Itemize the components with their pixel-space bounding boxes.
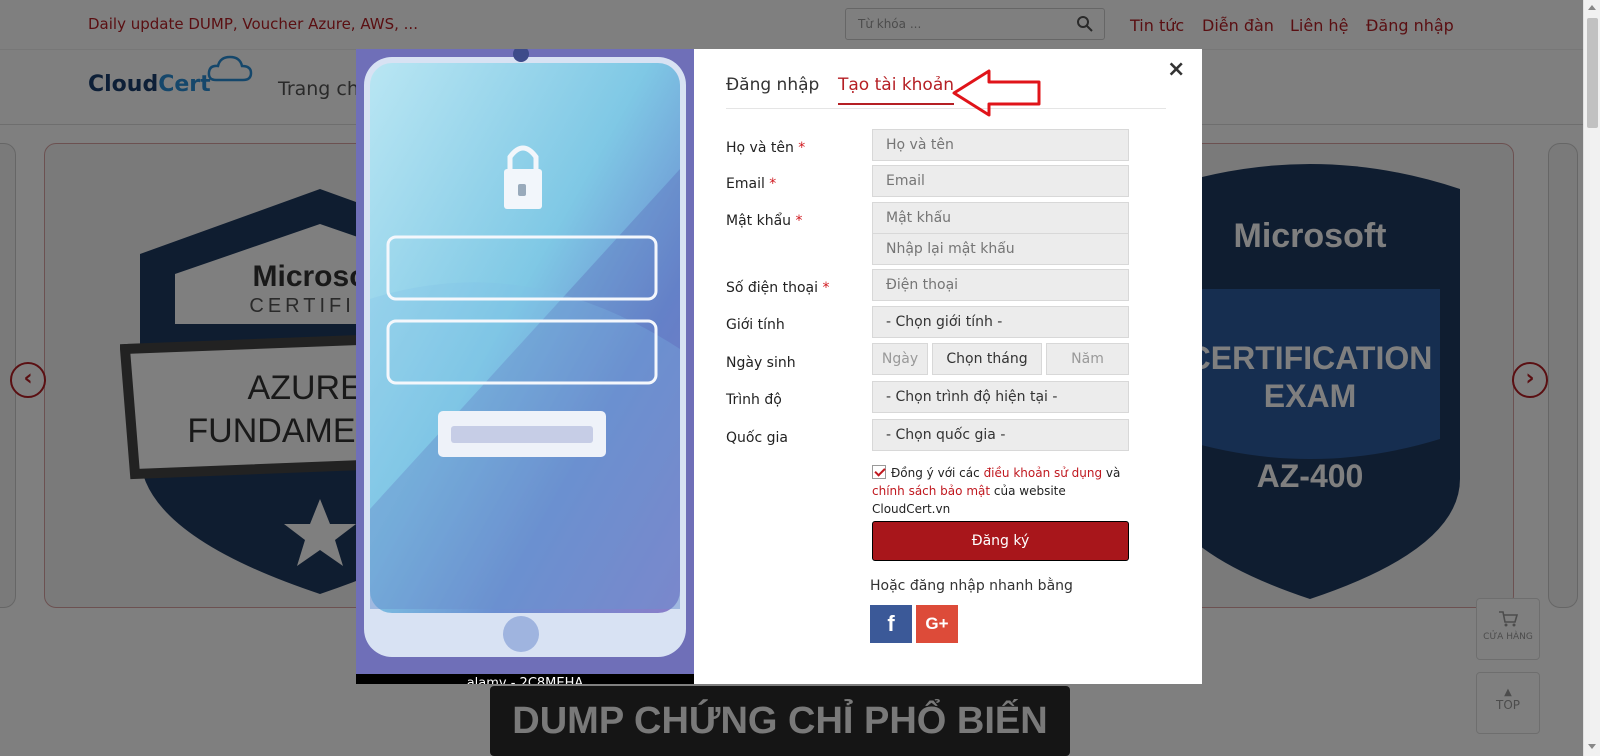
phone-lock-image [356, 49, 694, 674]
required-mark: * [795, 213, 803, 229]
annotation-arrow-icon [952, 69, 1041, 117]
fullname-label: Họ và tên * [726, 140, 805, 156]
email-label-text: Email [726, 176, 765, 192]
gender-select[interactable]: - Chọn giới tính - [872, 306, 1129, 338]
tab-register[interactable]: Tạo tài khoản [838, 75, 955, 105]
agree-checkbox[interactable] [872, 465, 886, 479]
level-label: Trình độ [726, 392, 782, 408]
required-mark: * [769, 176, 777, 192]
page-scrollbar[interactable] [1583, 0, 1600, 756]
terms-link[interactable]: điều khoản sử dụng [984, 466, 1103, 480]
phone-label: Số điện thoại * [726, 280, 829, 296]
phone-label-text: Số điện thoại [726, 280, 819, 296]
birth-year-select[interactable]: Năm [1046, 343, 1129, 375]
close-icon[interactable]: × [1167, 57, 1185, 82]
register-modal: alamy - 2C8MEHA × Đăng nhập Tạo tài khoả… [356, 49, 1202, 684]
scroll-up-arrow[interactable] [1588, 5, 1596, 10]
required-mark: * [798, 140, 806, 156]
privacy-link[interactable]: chính sách bảo mật [872, 484, 990, 498]
phone-illustration: alamy - 2C8MEHA [356, 49, 694, 684]
password-input[interactable] [872, 202, 1129, 234]
email-input[interactable] [872, 165, 1129, 197]
terms-agreement: Đồng ý với các điều khoản sử dụng và chí… [872, 464, 1142, 518]
birth-month-select[interactable]: Chọn tháng [932, 343, 1042, 375]
facebook-icon: f [887, 611, 895, 636]
password-label: Mật khẩu * [726, 213, 802, 229]
country-select[interactable]: - Chọn quốc gia - [872, 419, 1129, 451]
auth-tabs: Đăng nhập Tạo tài khoản [726, 75, 1166, 109]
required-mark: * [822, 280, 830, 296]
google-login-button[interactable]: G+ [916, 605, 958, 643]
image-caption: alamy - 2C8MEHA [356, 674, 694, 684]
scroll-down-arrow[interactable] [1588, 744, 1596, 749]
birth-day-select[interactable]: Ngày [872, 343, 928, 375]
gender-label: Giới tính [726, 317, 785, 333]
level-select[interactable]: - Chọn trình độ hiện tại - [872, 381, 1129, 413]
password-label-text: Mật khẩu [726, 213, 792, 229]
birthday-label: Ngày sinh [726, 355, 796, 371]
password-confirm-input[interactable] [872, 233, 1129, 265]
quick-login-label: Hoặc đăng nhập nhanh bằng [870, 578, 1073, 594]
fullname-label-text: Họ và tên [726, 140, 794, 156]
country-label: Quốc gia [726, 430, 788, 446]
tab-login[interactable]: Đăng nhập [726, 75, 819, 103]
register-button[interactable]: Đăng ký [872, 521, 1129, 561]
fullname-input[interactable] [872, 129, 1129, 161]
agree-and: và [1102, 466, 1121, 480]
agree-prefix: Đồng ý với các [891, 466, 984, 480]
email-label: Email * [726, 176, 776, 192]
google-plus-icon: G+ [925, 614, 949, 633]
phone-input[interactable] [872, 269, 1129, 301]
facebook-login-button[interactable]: f [870, 605, 912, 643]
scroll-thumb[interactable] [1587, 18, 1598, 128]
